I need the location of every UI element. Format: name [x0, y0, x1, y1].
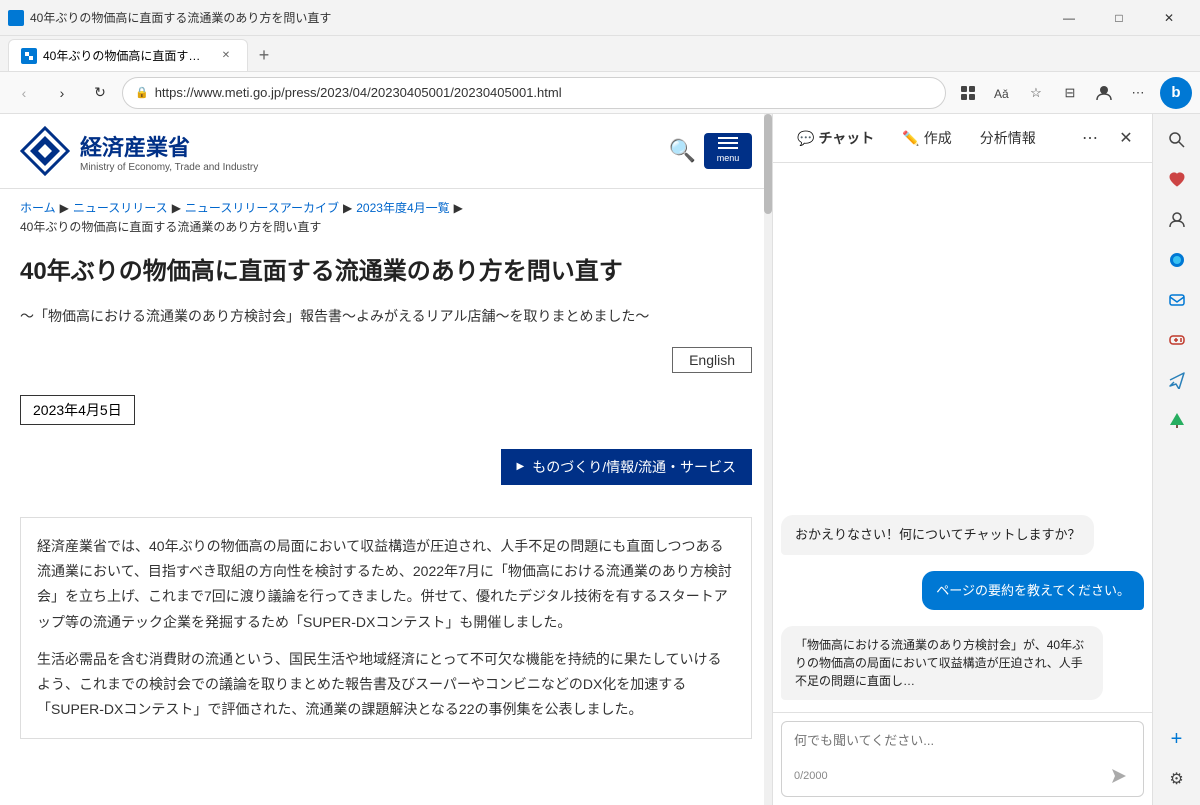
compose-tab-label: 作成: [924, 128, 952, 148]
article-paragraph-2: 生活必需品を含む消費財の流通という、国民生活や地域経済にとって不可欠な機能を持続…: [37, 647, 735, 723]
bing-copilot-icon[interactable]: b: [1160, 77, 1192, 109]
close-button[interactable]: ✕: [1146, 0, 1192, 36]
svg-text:Aǎ: Aǎ: [994, 87, 1009, 101]
title-bar-text: 40年ぶりの物価高に直面する流通業のあり方を問い直す: [30, 9, 331, 26]
chat-messages: おかえりなさい！何についてチャットしますか？ ページの要約を教えてください。 「…: [773, 163, 1152, 712]
meti-search-button[interactable]: 🔍: [669, 138, 696, 164]
add-icon[interactable]: +: [1159, 721, 1195, 757]
window-controls: — □ ✕: [1046, 0, 1192, 36]
article-subtitle: 〜「物価高における流通業のあり方検討会」報告書〜よみがえるリアル店舗〜を取りまと…: [20, 305, 752, 327]
active-tab[interactable]: 40年ぶりの物価高に直面する流通業のあり方を問い直す ✕: [8, 39, 248, 71]
url-text: https://www.meti.go.jp/press/2023/04/202…: [155, 85, 933, 100]
sidebar-actions: ⋯ ✕: [1076, 124, 1140, 152]
chat-tab[interactable]: 💬 チャット: [785, 122, 886, 154]
meti-menu-button[interactable]: menu: [704, 133, 752, 169]
breadcrumb-home[interactable]: ホーム: [20, 199, 56, 216]
heart-icon[interactable]: [1159, 162, 1195, 198]
insights-tab-label: 分析情報: [980, 128, 1036, 148]
webpage-inner: 経済産業省 Ministry of Economy, Trade and Ind…: [0, 114, 772, 805]
menu-label: menu: [717, 153, 740, 163]
back-button[interactable]: ‹: [8, 77, 40, 109]
meti-logo-diamond-icon: [20, 126, 70, 176]
char-count: 0/2000: [794, 770, 828, 782]
tree-sidebar-icon[interactable]: [1159, 402, 1195, 438]
article-paragraph-1: 経済産業省では、40年ぶりの物価高の局面において収益構造が圧迫され、人手不足の問…: [37, 534, 735, 635]
meti-header-icons: 🔍 menu: [669, 133, 752, 169]
right-icon-bar: + ⚙: [1152, 114, 1200, 805]
compose-tab[interactable]: ✏️ 作成: [890, 122, 963, 154]
sidebar-input-area: 0/2000: [773, 712, 1152, 805]
compose-icon: ✏️: [902, 130, 919, 147]
tab-title: 40年ぶりの物価高に直面する流通業のあり方を問い直す: [43, 47, 211, 64]
profile-sidebar-icon[interactable]: [1159, 202, 1195, 238]
sidebar-input-box: 0/2000: [781, 721, 1144, 797]
profile-icon[interactable]: [1088, 77, 1120, 109]
maximize-button[interactable]: □: [1096, 0, 1142, 36]
copilot-sidebar-icon[interactable]: [1159, 242, 1195, 278]
category-arrow-icon: ▶: [517, 461, 525, 472]
input-footer: 0/2000: [794, 764, 1131, 788]
more-button[interactable]: ⋯: [1122, 77, 1154, 109]
url-box[interactable]: 🔒 https://www.meti.go.jp/press/2023/04/2…: [122, 77, 946, 109]
meti-header: 経済産業省 Ministry of Economy, Trade and Ind…: [0, 114, 772, 189]
address-bar: ‹ › ↻ 🔒 https://www.meti.go.jp/press/202…: [0, 72, 1200, 114]
breadcrumb-current: 40年ぶりの物価高に直面する流通業のあり方を問い直す: [20, 218, 321, 235]
browser-favicon: [8, 10, 24, 26]
telegram-sidebar-icon[interactable]: [1159, 362, 1195, 398]
article-date: 2023年4月5日: [20, 395, 135, 425]
send-button[interactable]: [1107, 764, 1131, 788]
chat-tab-label: チャット: [818, 128, 874, 148]
insights-tab[interactable]: 分析情報: [968, 122, 1048, 154]
tab-favicon: [21, 48, 37, 64]
sidebar-close-button[interactable]: ✕: [1112, 124, 1140, 152]
category-button[interactable]: ▶ ものづくり/情報/流通・サービス: [501, 449, 752, 485]
assistant-greeting: おかえりなさい！何についてチャットしますか？: [781, 515, 1094, 555]
meti-logo: 経済産業省 Ministry of Economy, Trade and Ind…: [20, 126, 258, 176]
forward-button[interactable]: ›: [46, 77, 78, 109]
settings-sidebar-icon[interactable]: ⚙: [1159, 761, 1195, 797]
meti-logo-text: 経済産業省 Ministry of Economy, Trade and Ind…: [80, 130, 258, 173]
hamburger-icon: [718, 137, 738, 149]
sidebar-search-icon[interactable]: [1159, 122, 1195, 158]
article-body: 経済産業省では、40年ぶりの物価高の局面において収益構造が圧迫され、人手不足の問…: [20, 517, 752, 739]
tab-bar: 40年ぶりの物価高に直面する流通業のあり方を問い直す ✕ +: [0, 36, 1200, 72]
breadcrumb-news[interactable]: ニュースリリース: [73, 199, 168, 216]
breadcrumb: ホーム ▶ ニュースリリース ▶ ニュースリリースアーカイブ ▶ 2023年度4…: [0, 189, 772, 245]
scrollbar-thumb[interactable]: [764, 114, 772, 214]
chat-icon: 💬: [797, 130, 814, 147]
webpage-content[interactable]: 経済産業省 Ministry of Economy, Trade and Ind…: [0, 114, 772, 805]
article-title: 40年ぶりの物価高に直面する流通業のあり方を問い直す: [20, 255, 752, 289]
summary-message: 「物価高における流通業のあり方検討会」が、40年ぶりの物価高の局面において収益構…: [781, 626, 1103, 700]
title-bar: 40年ぶりの物価高に直面する流通業のあり方を問い直す — □ ✕: [0, 0, 1200, 36]
main-area: 経済産業省 Ministry of Economy, Trade and Ind…: [0, 114, 1200, 805]
bing-sidebar: 💬 チャット ✏️ 作成 分析情報 ⋯ ✕ おかえりなさい！何についてチャットし…: [772, 114, 1152, 805]
breadcrumb-month[interactable]: 2023年度4月一覧: [356, 199, 449, 216]
scrollbar-track[interactable]: [764, 114, 772, 805]
minimize-button[interactable]: —: [1046, 0, 1092, 36]
chat-input[interactable]: [794, 730, 1131, 760]
sidebar-search-icon[interactable]: ⊟: [1054, 77, 1086, 109]
english-button[interactable]: English: [672, 347, 752, 373]
user-message: ページの要約を教えてください。: [922, 571, 1144, 611]
sidebar-more-button[interactable]: ⋯: [1076, 124, 1104, 152]
sidebar-header: 💬 チャット ✏️ 作成 分析情報 ⋯ ✕: [773, 114, 1152, 163]
collections-icon[interactable]: [952, 77, 984, 109]
refresh-button[interactable]: ↻: [84, 77, 116, 109]
games-sidebar-icon[interactable]: [1159, 322, 1195, 358]
breadcrumb-archive[interactable]: ニュースリリースアーカイブ: [185, 199, 339, 216]
outlook-sidebar-icon[interactable]: [1159, 282, 1195, 318]
favorites-icon[interactable]: ☆: [1020, 77, 1052, 109]
new-tab-button[interactable]: +: [248, 39, 280, 71]
category-label: ものづくり/情報/流通・サービス: [532, 457, 736, 477]
toolbar-right: Aǎ ☆ ⊟ ⋯ b: [952, 77, 1192, 109]
lock-icon: 🔒: [135, 86, 149, 99]
read-aloud-icon[interactable]: Aǎ: [986, 77, 1018, 109]
tab-close-button[interactable]: ✕: [217, 47, 235, 65]
article: 40年ぶりの物価高に直面する流通業のあり方を問い直す 〜「物価高における流通業の…: [0, 245, 772, 759]
